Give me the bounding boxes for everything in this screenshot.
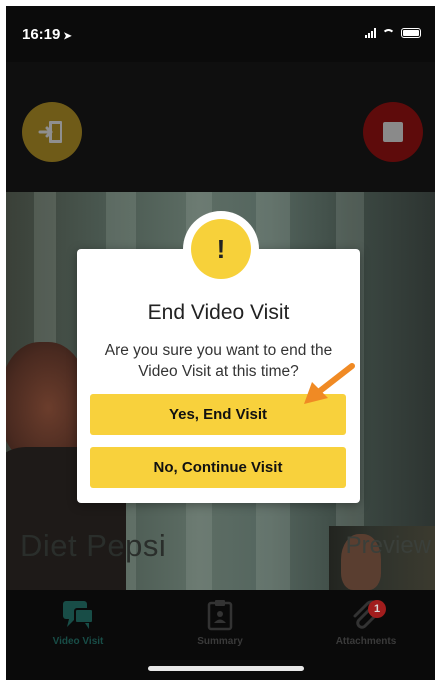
video-chat-icon xyxy=(63,601,94,629)
tab-summary[interactable]: Summary xyxy=(160,596,280,647)
tab-summary-label: Summary xyxy=(197,636,243,647)
caller-head xyxy=(6,342,88,462)
battery-icon xyxy=(401,28,421,38)
caller-name: Diet Pepsi xyxy=(20,528,167,563)
home-indicator[interactable] xyxy=(148,666,304,671)
attachments-badge: 1 xyxy=(368,600,386,618)
no-continue-visit-button[interactable]: No, Continue Visit xyxy=(90,447,346,488)
tab-video-visit[interactable]: Video Visit xyxy=(18,596,138,647)
status-time-text: 16:19 xyxy=(22,26,61,43)
alert-badge: ! xyxy=(183,211,259,287)
stop-video-button[interactable] xyxy=(363,102,423,162)
dialog-title: End Video Visit xyxy=(147,301,290,324)
stop-icon xyxy=(383,122,403,142)
exit-visit-button[interactable] xyxy=(22,102,82,162)
tab-attachments[interactable]: 1 Attachments xyxy=(306,596,426,647)
tab-video-visit-label: Video Visit xyxy=(52,636,104,647)
exit-door-icon xyxy=(38,121,62,143)
status-icons xyxy=(365,28,421,38)
annotation-arrow-icon xyxy=(304,363,355,404)
clipboard-icon xyxy=(207,600,233,631)
signal-icon xyxy=(365,28,376,38)
location-icon: ➤ xyxy=(63,31,72,42)
exclamation-icon: ! xyxy=(191,219,251,279)
preview-label: Preview xyxy=(345,532,431,559)
status-time: 16:19 ➤ xyxy=(22,26,72,43)
status-bar: 16:19 ➤ xyxy=(6,6,435,62)
tab-attachments-label: Attachments xyxy=(335,636,397,647)
call-controls-bar xyxy=(6,62,435,192)
wifi-icon xyxy=(382,28,395,38)
